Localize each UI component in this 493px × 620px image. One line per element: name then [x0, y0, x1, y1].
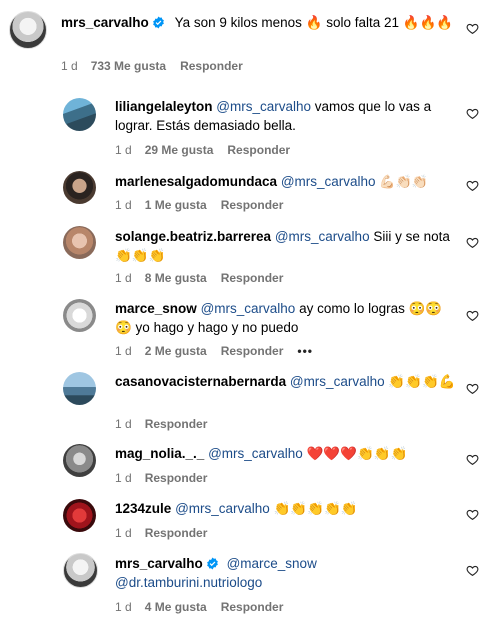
avatar[interactable] — [63, 98, 96, 131]
comment-mention[interactable]: @mrs_carvalho — [281, 174, 376, 189]
comment-mention[interactable]: @mrs_carvalho — [208, 446, 303, 461]
comment-time[interactable]: 1 d — [115, 344, 132, 358]
heart-outline-icon[interactable] — [466, 22, 479, 35]
avatar[interactable] — [63, 499, 96, 532]
comment-meta: 1 d Responder — [115, 526, 221, 540]
comment-item: mrs_carvalho @marce_snow @dr.tamburini.n… — [0, 548, 493, 620]
comment-body: mag_nolia._._ @mrs_carvalho ❤️❤️❤️👏👏👏 — [115, 444, 459, 463]
comment-item: marlenesalgadomundaca @mrs_carvalho 💪🏻👏🏻… — [0, 163, 493, 218]
reply-button[interactable]: Responder — [180, 59, 243, 73]
reply-button[interactable]: Responder — [145, 526, 208, 540]
comment-time[interactable]: 1 d — [61, 59, 78, 73]
comment-likes[interactable]: 733 Me gusta — [91, 59, 166, 73]
comment-meta: 1 d Responder — [115, 417, 221, 431]
comment-username[interactable]: mag_nolia._._ — [115, 446, 204, 461]
comment-meta: 1 d 4 Me gusta Responder — [115, 600, 297, 614]
heart-outline-icon[interactable] — [466, 508, 479, 521]
comment-meta: 1 d 2 Me gusta Responder ••• — [115, 344, 327, 358]
reply-button[interactable]: Responder — [221, 600, 284, 614]
avatar[interactable] — [9, 11, 47, 49]
comment-item: liliangelaleyton @mrs_carvalho vamos que… — [0, 88, 493, 163]
reply-button[interactable]: Responder — [221, 271, 284, 285]
comment-meta: 1 d 733 Me gusta Responder — [61, 59, 257, 73]
comment-time[interactable]: 1 d — [115, 271, 132, 285]
heart-outline-icon[interactable] — [466, 309, 479, 322]
comment-text: Ya son 9 kilos menos 🔥 solo falta 21 🔥🔥🔥 — [174, 15, 454, 30]
comment-body: solange.beatriz.barrerea @mrs_carvalho S… — [115, 227, 459, 265]
comment-item: solange.beatriz.barrerea @mrs_carvalho S… — [0, 218, 493, 293]
comment-body: mrs_carvalho Ya son 9 kilos menos 🔥 solo… — [61, 13, 459, 32]
avatar[interactable] — [63, 299, 96, 332]
comment-text: 👏👏👏💪 — [388, 374, 456, 389]
comment-mention[interactable]: @mrs_carvalho — [175, 501, 270, 516]
heart-outline-icon[interactable] — [466, 236, 479, 249]
comment-username[interactable]: liliangelaleyton — [115, 99, 213, 114]
verified-badge-icon — [206, 557, 218, 570]
comment-likes[interactable]: 2 Me gusta — [145, 344, 207, 358]
comment-mention[interactable]: @dr.tamburini.nutriologo — [115, 575, 262, 590]
heart-outline-icon[interactable] — [466, 107, 479, 120]
comment-body: marlenesalgadomundaca @mrs_carvalho 💪🏻👏🏻… — [115, 172, 459, 191]
comment-username[interactable]: marlenesalgadomundaca — [115, 174, 277, 189]
comment-likes[interactable]: 1 Me gusta — [145, 198, 207, 212]
comment-body: mrs_carvalho @marce_snow @dr.tamburini.n… — [115, 554, 459, 592]
comment-text: 👏👏👏👏👏 — [273, 501, 358, 516]
comment-item: marce_snow @mrs_carvalho ay como lo logr… — [0, 293, 493, 366]
comment-body: casanovacisternabernarda @mrs_carvalho 👏… — [115, 372, 459, 391]
comment-username[interactable]: marce_snow — [115, 301, 197, 316]
reply-button[interactable]: Responder — [221, 344, 284, 358]
comment-mention[interactable]: @mrs_carvalho — [216, 99, 311, 114]
comment-time[interactable]: 1 d — [115, 526, 132, 540]
heart-outline-icon[interactable] — [466, 179, 479, 192]
comment-text: ❤️❤️❤️👏👏👏 — [306, 446, 408, 461]
comment-mention[interactable]: @marce_snow — [227, 556, 317, 571]
comment-item: 1234zule @mrs_carvalho 👏👏👏👏👏 1 d Responde… — [0, 493, 493, 548]
comment-text: 💪🏻👏🏻👏🏻 — [379, 174, 428, 189]
avatar[interactable] — [63, 226, 96, 259]
comment-item: casanovacisternabernarda @mrs_carvalho 👏… — [0, 366, 493, 438]
comment-time[interactable]: 1 d — [115, 417, 132, 431]
reply-button[interactable]: Responder — [227, 143, 290, 157]
heart-outline-icon[interactable] — [466, 564, 479, 577]
reply-button[interactable]: Responder — [145, 417, 208, 431]
comment-username[interactable]: casanovacisternabernarda — [115, 374, 286, 389]
comment-item: mrs_carvalho Ya son 9 kilos menos 🔥 solo… — [0, 0, 493, 80]
heart-outline-icon[interactable] — [466, 382, 479, 395]
comment-meta: 1 d 8 Me gusta Responder — [115, 271, 297, 285]
comment-item: mag_nolia._._ @mrs_carvalho ❤️❤️❤️👏👏👏 1 … — [0, 438, 493, 493]
comment-likes[interactable]: 8 Me gusta — [145, 271, 207, 285]
avatar[interactable] — [63, 171, 96, 204]
comment-body: marce_snow @mrs_carvalho ay como lo logr… — [115, 299, 459, 337]
reply-button[interactable]: Responder — [145, 471, 208, 485]
reply-button[interactable]: Responder — [221, 198, 284, 212]
avatar[interactable] — [63, 372, 96, 405]
comment-username[interactable]: mrs_carvalho — [61, 15, 149, 30]
avatar[interactable] — [63, 553, 98, 588]
comment-mention[interactable]: @mrs_carvalho — [201, 301, 296, 316]
comment-time[interactable]: 1 d — [115, 600, 132, 614]
comment-likes[interactable]: 4 Me gusta — [145, 600, 207, 614]
comment-likes[interactable]: 29 Me gusta — [145, 143, 214, 157]
avatar[interactable] — [63, 444, 96, 477]
comment-meta: 1 d Responder — [115, 471, 221, 485]
more-options-icon[interactable]: ••• — [297, 344, 313, 358]
comment-time[interactable]: 1 d — [115, 198, 132, 212]
comment-meta: 1 d 1 Me gusta Responder — [115, 198, 297, 212]
comment-mention[interactable]: @mrs_carvalho — [290, 374, 385, 389]
comment-time[interactable]: 1 d — [115, 143, 132, 157]
comment-body: 1234zule @mrs_carvalho 👏👏👏👏👏 — [115, 499, 459, 518]
verified-badge-icon — [152, 16, 164, 29]
comment-mention[interactable]: @mrs_carvalho — [275, 229, 370, 244]
comment-username[interactable]: solange.beatriz.barrerea — [115, 229, 271, 244]
heart-outline-icon[interactable] — [466, 453, 479, 466]
comment-username[interactable]: 1234zule — [115, 501, 171, 516]
comment-username[interactable]: mrs_carvalho — [115, 556, 203, 571]
comment-time[interactable]: 1 d — [115, 471, 132, 485]
comment-body: liliangelaleyton @mrs_carvalho vamos que… — [115, 97, 459, 135]
comment-meta: 1 d 29 Me gusta Responder — [115, 143, 304, 157]
